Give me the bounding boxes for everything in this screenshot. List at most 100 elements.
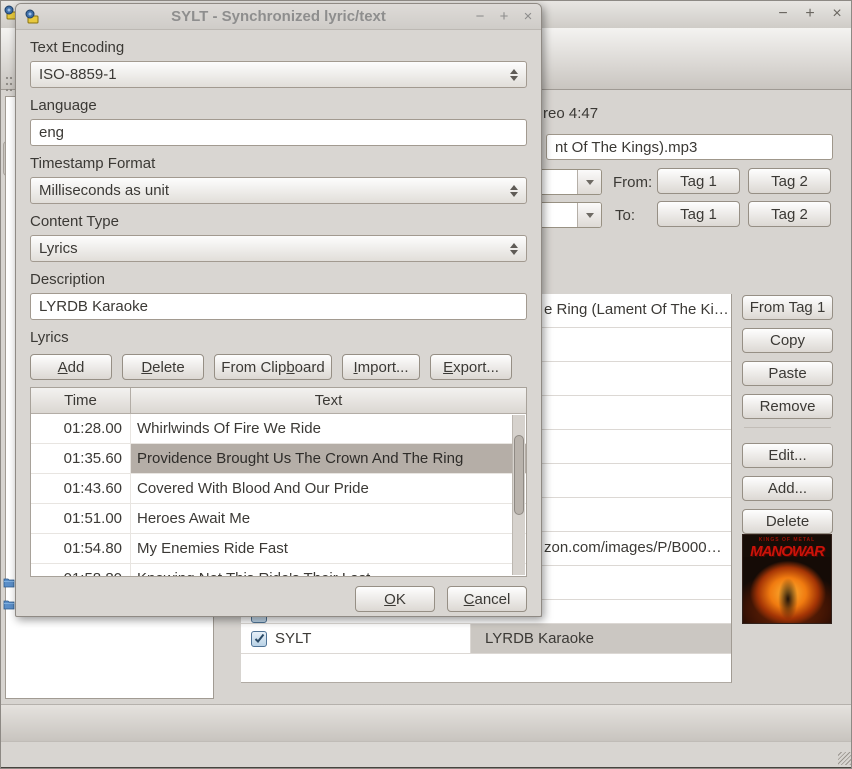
time-column-header[interactable]: Time [31, 388, 131, 413]
frame-table-row[interactable] [542, 498, 731, 532]
button-separator [744, 427, 831, 435]
spinner-arrows-icon[interactable] [510, 185, 518, 197]
maximize-button[interactable]: + [800, 4, 820, 24]
language-label: Language [30, 97, 527, 114]
lyric-row[interactable]: 01:58.80Knowing Not This Ride's Their La… [31, 564, 526, 577]
spinner-arrows-icon[interactable] [510, 243, 518, 255]
folder-icon[interactable] [3, 598, 15, 610]
checkbox-checked-icon[interactable] [251, 617, 267, 623]
lyric-text-cell-selected[interactable]: Providence Brought Us The Crown And The … [131, 444, 526, 473]
file-details-text: reo 4:47 [543, 105, 598, 122]
lyric-row[interactable]: 01:51.00Heroes Await Me [31, 504, 526, 534]
dialog-titlebar[interactable]: SYLT - Synchronized lyric/text − + × [16, 4, 541, 30]
lyric-time-cell[interactable]: 01:43.60 [31, 474, 131, 503]
table-row-sylt[interactable]: SYLT LYRDB Karaoke [241, 624, 731, 654]
timestamp-format-combo[interactable]: Milliseconds as unit [30, 177, 527, 204]
lyric-time-cell[interactable]: 01:35.60 [31, 444, 131, 473]
export-button[interactable]: Export... [430, 354, 512, 380]
frame-table-row[interactable]: e Ring (Lament Of The Ki… [542, 294, 731, 328]
from-tag1-button[interactable]: Tag 1 [657, 168, 740, 194]
folder-icon[interactable] [3, 576, 15, 588]
from-tag2-button[interactable]: Tag 2 [748, 168, 831, 194]
frame-table-row[interactable] [542, 328, 731, 362]
lyric-text-cell[interactable]: Knowing Not This Ride's Their Last [131, 564, 526, 577]
language-input[interactable] [30, 119, 527, 146]
dialog-close-button[interactable]: × [519, 6, 537, 26]
lyric-text-cell[interactable]: Covered With Blood And Our Pride [131, 474, 526, 503]
timestamp-format-label: Timestamp Format [30, 155, 527, 172]
edit-button[interactable]: Edit... [742, 443, 833, 468]
resize-grip-handle[interactable] [838, 752, 851, 765]
lyrics-button-row: Add Delete From Clipboard Import... Export..… [30, 354, 527, 380]
frame-table-bottom[interactable]: SYLT LYRDB Karaoke [241, 617, 732, 683]
description-input[interactable] [30, 293, 527, 320]
frame-table-row[interactable] [542, 464, 731, 498]
lyric-row[interactable]: 01:54.80My Enemies Ride Fast [31, 534, 526, 564]
add-frame-button[interactable]: Add... [742, 476, 833, 501]
dialog-maximize-button[interactable]: + [495, 6, 513, 26]
table-row[interactable] [241, 617, 731, 624]
lyrics-table-header[interactable]: Time Text [31, 388, 526, 414]
lyrics-scrollbar-thumb[interactable] [514, 435, 524, 515]
chevron-down-icon[interactable] [577, 203, 601, 227]
filename-input[interactable] [546, 134, 833, 160]
import-button[interactable]: Import... [342, 354, 420, 380]
from-clipboard-button[interactable]: From Clipboard [214, 354, 332, 380]
frame-table-row[interactable] [542, 430, 731, 464]
lyric-row[interactable]: 01:28.00Whirlwinds Of Fire We Ride [31, 414, 526, 444]
kid3-main-window: − + × reo 4:47 From: Tag 1 Tag 2 tle} To… [0, 0, 852, 769]
paste-button[interactable]: Paste [742, 361, 833, 386]
lyrics-rows: 01:28.00Whirlwinds Of Fire We Ride01:35.… [31, 414, 526, 577]
ok-button[interactable]: OK [355, 586, 435, 612]
lyric-row[interactable]: 01:43.60Covered With Blood And Our Pride [31, 474, 526, 504]
text-encoding-combo[interactable]: ISO-8859-1 [30, 61, 527, 88]
from-tag1-frames-button[interactable]: From Tag 1 [742, 295, 833, 320]
album-art-thumbnail[interactable]: KINGS OF METAL MANOWAR [742, 534, 832, 624]
remove-button[interactable]: Remove [742, 394, 833, 419]
content-type-combo[interactable]: Lyrics [30, 235, 527, 262]
frame-value-cell[interactable]: LYRDB Karaoke [471, 624, 731, 653]
dialog-minimize-button[interactable]: − [471, 6, 489, 26]
combo-value: ISO-8859-1 [39, 66, 117, 83]
frame-name-label: SYLT [275, 630, 311, 647]
frame-name-cell[interactable]: SYLT [241, 624, 471, 653]
close-button[interactable]: × [827, 4, 847, 24]
add-button[interactable]: Add [30, 354, 112, 380]
to-tag2-button[interactable]: Tag 2 [748, 201, 831, 227]
sylt-dialog: SYLT - Synchronized lyric/text − + × Tex… [15, 3, 542, 617]
frame-table-row[interactable] [542, 396, 731, 430]
chevron-down-icon[interactable] [577, 170, 601, 194]
lyric-text-cell[interactable]: Heroes Await Me [131, 504, 526, 533]
content-type-label: Content Type [30, 213, 527, 230]
toolbar-grip-handle[interactable] [5, 75, 13, 95]
lyric-text-cell[interactable]: Whirlwinds Of Fire We Ride [131, 414, 526, 443]
lyric-time-cell[interactable]: 01:28.00 [31, 414, 131, 443]
status-bar [1, 741, 852, 767]
lyric-row[interactable]: 01:35.60Providence Brought Us The Crown … [31, 444, 526, 474]
frame-table[interactable]: e Ring (Lament Of The Ki… zon.com/images/… [542, 294, 732, 617]
album-art-artwork [743, 557, 832, 624]
text-column-header[interactable]: Text [131, 388, 526, 413]
description-label: Description [30, 271, 527, 288]
lyric-time-cell[interactable]: 01:58.80 [31, 564, 131, 577]
lyric-text-cell[interactable]: My Enemies Ride Fast [131, 534, 526, 563]
copy-button[interactable]: Copy [742, 328, 833, 353]
lyric-time-cell[interactable]: 01:51.00 [31, 504, 131, 533]
frame-table-row[interactable] [542, 566, 731, 600]
to-tag1-button[interactable]: Tag 1 [657, 201, 740, 227]
player-toolbar: 05 The Crown And The Ring (Lament Of The… [1, 704, 852, 741]
dialog-title: SYLT - Synchronized lyric/text [16, 8, 541, 25]
minimize-button[interactable]: − [773, 4, 793, 24]
from-label: From: [613, 174, 652, 191]
frame-table-row[interactable] [542, 362, 731, 396]
checkbox-checked-icon[interactable] [251, 631, 267, 647]
frame-table-row[interactable]: zon.com/images/P/B000… [542, 532, 731, 566]
to-label: To: [615, 207, 635, 224]
delete-frame-button[interactable]: Delete [742, 509, 833, 534]
delete-button[interactable]: Delete [122, 354, 204, 380]
lyrics-scrollbar[interactable] [512, 415, 525, 575]
lyric-time-cell[interactable]: 01:54.80 [31, 534, 131, 563]
cancel-button[interactable]: Cancel [447, 586, 527, 612]
lyrics-table[interactable]: Time Text 01:28.00Whirlwinds Of Fire We … [30, 387, 527, 577]
spinner-arrows-icon[interactable] [510, 69, 518, 81]
